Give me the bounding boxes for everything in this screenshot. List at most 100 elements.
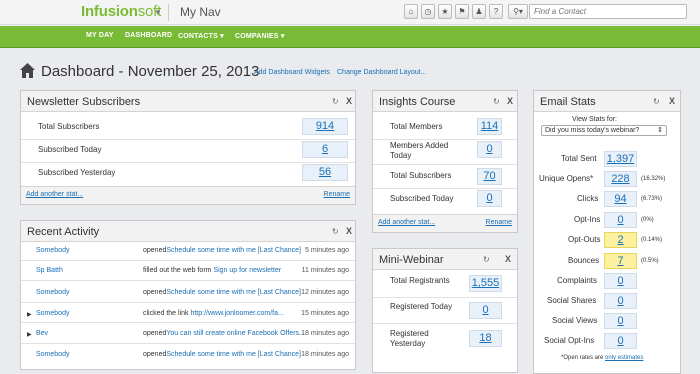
select-arrow-icon: ⇕ [657,127,663,134]
mini-webinar-widget: Mini-Webinar ↻ X Total Registrants 1,555… [372,248,518,373]
stat-value[interactable]: 6 [302,141,348,158]
divider [373,188,517,189]
stat-value[interactable]: 0 [469,302,502,319]
home-icon[interactable]: ⌂ [404,4,418,19]
email-select-dropdown[interactable]: Did you miss today's webinar? ⇕ [541,125,667,136]
activity-time: 5 minutes ago [305,247,349,254]
stat-value[interactable]: 0 [604,293,637,309]
widget-title: Mini-Webinar [379,254,444,266]
close-icon[interactable]: X [346,226,352,236]
rename-link[interactable]: Rename [324,191,350,198]
refresh-icon[interactable]: ↻ [332,227,339,236]
stat-value[interactable]: 0 [477,141,502,158]
stat-label: Subscribed Today [390,194,454,203]
activity-text: openedSchedule some time with me [Last C… [143,351,301,358]
stat-label: Social Opt-Ins [544,336,595,345]
stat-percent: (0.5%) [641,258,659,264]
stat-label: Clicks [577,194,599,203]
contact-name[interactable]: Somebody [36,351,69,358]
nav-companies[interactable]: COMPANIES ▾ [235,32,285,40]
contact-name[interactable]: Somebody [36,310,69,317]
contact-name[interactable]: Bev [36,330,48,337]
stat-percent: (6.73%) [641,196,663,202]
stat-value[interactable]: 2 [604,232,637,248]
infusionsoft-logo[interactable]: Infusionsoft [81,3,161,20]
widget-header: Email Stats ↻ X [534,91,680,112]
my-nav-label[interactable]: My Nav [180,5,221,19]
close-icon[interactable]: X [669,96,675,106]
widget-title: Newsletter Subscribers [27,96,141,108]
refresh-icon[interactable]: ↻ [653,97,660,106]
stat-value[interactable]: 94 [604,191,637,207]
refresh-icon[interactable]: ↻ [483,255,490,264]
stat-value[interactable]: 0 [477,190,502,207]
activity-text: openedSchedule some time with me [Last C… [143,247,301,254]
change-dashboard-layout-link[interactable]: Change Dashboard Layout... [337,69,427,76]
expand-arrow-icon[interactable]: ▶ [27,331,32,338]
widget-footer: Add another stat... Rename [373,214,517,232]
main-nav: MY DAY DASHBOARD CONTACTS ▾ COMPANIES ▾ [0,26,700,48]
stat-value[interactable]: 7 [604,253,637,269]
contact-name[interactable]: Sp Batth [36,267,63,274]
chevron-down-icon[interactable]: ▼ [154,8,162,17]
search-icon[interactable]: ⚲▾ [508,4,528,19]
stat-value[interactable]: 114 [477,118,502,135]
recent-activity-widget: Recent Activity ↻ X Somebody openedSched… [20,220,356,370]
stat-value[interactable]: 914 [302,118,348,135]
stat-value[interactable]: 70 [477,168,502,185]
stat-label: Complaints [557,276,598,285]
activity-text: clicked the link http://www.jonloomer.co… [143,310,284,317]
stat-label: Members Added Today [390,141,449,160]
user-icon[interactable]: ♟ [472,4,486,19]
stat-label: Opt-Ins [574,215,601,224]
stat-label: Opt-Outs [568,235,601,244]
stat-value[interactable]: 228 [604,171,637,187]
widget-title: Recent Activity [27,226,100,238]
widget-header: Newsletter Subscribers ↻ X [21,91,355,112]
stat-value[interactable]: 1,555 [469,275,502,292]
divider [21,280,355,281]
stat-label: Total Members [390,122,443,131]
star-icon[interactable]: ★ [438,4,452,19]
close-icon[interactable]: X [505,254,511,264]
search-input[interactable] [529,4,687,19]
only-estimates-link[interactable]: only estimates [605,355,643,361]
divider [373,297,517,298]
expand-arrow-icon[interactable]: ▶ [27,311,32,318]
stat-value[interactable]: 56 [302,164,348,181]
stat-label: Total Subscribers [38,122,100,131]
stat-percent: (16.32%) [641,176,666,182]
activity-time: 12 minutes ago [301,289,349,296]
divider [21,162,355,163]
refresh-icon[interactable]: ↻ [332,97,339,106]
help-icon[interactable]: ? [489,4,503,19]
nav-dashboard[interactable]: DASHBOARD [125,32,172,39]
tag-icon[interactable]: ⚑ [455,4,469,19]
refresh-icon[interactable]: ↻ [493,97,500,106]
activity-time: 18 minutes ago [301,330,349,337]
email-stats-widget: Email Stats ↻ X View Stats for: Did you … [533,90,681,374]
add-another-stat-link[interactable]: Add another stat... [26,191,83,198]
close-icon[interactable]: X [346,96,352,106]
divider [168,4,169,21]
divider [373,139,517,140]
clock-icon[interactable]: ◷ [421,4,435,19]
contact-name[interactable]: Somebody [36,247,69,254]
nav-contacts[interactable]: CONTACTS ▾ [178,32,224,40]
rename-link[interactable]: Rename [486,219,512,226]
stat-value[interactable]: 0 [604,273,637,289]
add-dashboard-widgets-link[interactable]: Add Dashboard Widgets [254,69,330,76]
stat-value[interactable]: 0 [604,212,637,228]
stat-label: Total Sent [561,154,597,163]
stat-value[interactable]: 18 [469,330,502,347]
contact-name[interactable]: Somebody [36,289,69,296]
add-another-stat-link[interactable]: Add another stat... [378,219,435,226]
nav-my-day[interactable]: MY DAY [86,32,114,39]
stat-value[interactable]: 0 [604,333,637,349]
newsletter-subscribers-widget: Newsletter Subscribers ↻ X Total Subscri… [20,90,356,205]
widget-header: Insights Course ↻ X [373,91,517,112]
stat-value[interactable]: 0 [604,313,637,329]
stat-value[interactable]: 1,397 [604,151,637,167]
close-icon[interactable]: X [507,96,513,106]
activity-time: 15 minutes ago [301,310,349,317]
